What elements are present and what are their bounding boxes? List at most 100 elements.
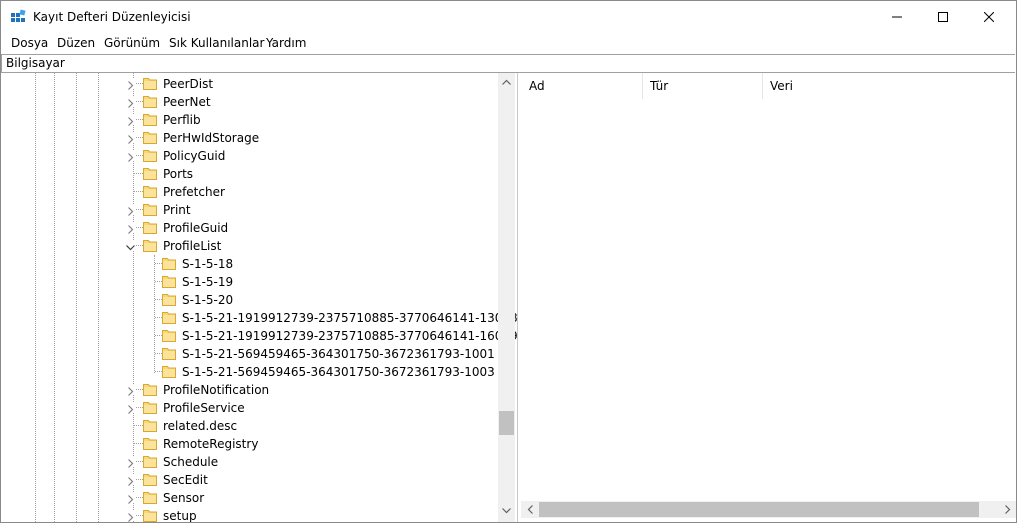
menu-file[interactable]: Dosya: [11, 36, 48, 50]
folder-icon: [143, 400, 157, 414]
tree-item-label: ProfileService: [163, 401, 245, 415]
scroll-right-button[interactable]: [999, 501, 1016, 518]
tree-item[interactable]: Schedule: [1, 453, 497, 471]
values-pane[interactable]: Ad Tür Veri: [521, 73, 1016, 522]
tree-connector: [134, 227, 143, 229]
tree-item-label: S-1-5-19: [182, 275, 234, 289]
address-path[interactable]: Bilgisayar: [6, 56, 65, 70]
chevron-right-icon[interactable]: [126, 511, 135, 522]
menu-edit[interactable]: Düzen: [57, 36, 95, 50]
tree-item-label: ProfileList: [163, 239, 222, 253]
tree-item-label: PolicyGuid: [163, 149, 226, 163]
tree-item[interactable]: Sensor: [1, 489, 497, 507]
tree-item-label: SecEdit: [163, 473, 208, 487]
tree-item-label: Schedule: [163, 455, 219, 469]
title-bar[interactable]: Kayıt Defteri Düzenleyicisi: [1, 1, 1016, 33]
chevron-right-icon[interactable]: [126, 79, 135, 90]
tree-vertical-scrollbar[interactable]: [498, 73, 515, 522]
menu-view[interactable]: Görünüm: [104, 36, 160, 50]
tree-item[interactable]: related.desc: [1, 417, 497, 435]
tree-item[interactable]: ProfileService: [1, 399, 497, 417]
chevron-left-icon: [527, 505, 533, 514]
tree-item[interactable]: S-1-5-21-569459465-364301750-3672361793-…: [1, 345, 497, 363]
chevron-right-icon[interactable]: [126, 223, 135, 234]
tree-item[interactable]: S-1-5-21-569459465-364301750-3672361793-…: [1, 363, 497, 381]
tree-connector: [134, 173, 143, 175]
maximize-button[interactable]: [920, 1, 966, 33]
scroll-left-button[interactable]: [521, 501, 538, 518]
tree-item[interactable]: Print: [1, 201, 497, 219]
folder-icon: [143, 166, 157, 180]
tree-item[interactable]: S-1-5-18: [1, 255, 497, 273]
chevron-right-icon[interactable]: [126, 97, 135, 108]
tree-connector: [134, 497, 143, 499]
menu-bar: Dosya Düzen Görünüm Sık Kullanılanlar Ya…: [1, 33, 1016, 54]
folder-icon: [143, 454, 157, 468]
tree-item[interactable]: PolicyGuid: [1, 147, 497, 165]
tree-item[interactable]: S-1-5-21-1919912739-2375710885-377064614…: [1, 327, 517, 345]
column-header-label: Tür: [650, 79, 669, 93]
tree-item[interactable]: setup: [1, 507, 497, 522]
folder-icon: [143, 130, 157, 144]
tree-item[interactable]: Prefetcher: [1, 183, 497, 201]
tree-item[interactable]: ProfileGuid: [1, 219, 497, 237]
chevron-right-icon[interactable]: [126, 475, 135, 486]
scroll-up-button[interactable]: [498, 73, 515, 90]
scroll-down-button[interactable]: [498, 502, 515, 519]
values-horizontal-scrollbar[interactable]: [521, 501, 1016, 518]
tree-connector: [134, 407, 143, 409]
tree-item[interactable]: S-1-5-19: [1, 273, 497, 291]
chevron-right-icon[interactable]: [126, 205, 135, 216]
menu-favorites[interactable]: Sık Kullanılanlar: [169, 36, 264, 50]
tree-connector: [155, 371, 162, 373]
tree-item-label: Prefetcher: [163, 185, 225, 199]
folder-icon: [143, 220, 157, 234]
tree-item[interactable]: SecEdit: [1, 471, 497, 489]
chevron-right-icon[interactable]: [126, 115, 135, 126]
minimize-button[interactable]: [874, 1, 920, 33]
tree-connector: [155, 335, 162, 337]
tree-item[interactable]: S-1-5-20: [1, 291, 497, 309]
tree-connector: [134, 461, 143, 463]
folder-icon: [143, 94, 157, 108]
tree-item[interactable]: PerHwIdStorage: [1, 129, 497, 147]
tree-item[interactable]: ProfileNotification: [1, 381, 497, 399]
close-button[interactable]: [966, 1, 1012, 33]
address-bar[interactable]: Bilgisayar: [1, 54, 1015, 73]
column-header-data[interactable]: Veri: [762, 73, 1002, 99]
tree-pane[interactable]: PeerDist PeerNet Perflib PerHwIdStorage Poli…: [1, 73, 518, 522]
tree-item[interactable]: Ports: [1, 165, 497, 183]
tree-item-label: S-1-5-21-1919912739-2375710885-377064614…: [182, 311, 518, 325]
chevron-right-icon[interactable]: [126, 457, 135, 468]
tree-item-label: S-1-5-21-569459465-364301750-3672361793-…: [182, 365, 495, 379]
tree-item-label: setup: [163, 509, 197, 522]
column-header-type[interactable]: Tür: [642, 73, 762, 99]
chevron-right-icon[interactable]: [126, 385, 135, 396]
tree-item[interactable]: S-1-5-21-1919912739-2375710885-377064614…: [1, 309, 517, 327]
folder-icon: [143, 418, 157, 432]
chevron-right-icon[interactable]: [126, 133, 135, 144]
registry-editor-icon: [10, 9, 26, 25]
column-header-name[interactable]: Ad: [521, 73, 641, 99]
tree-item-label: S-1-5-20: [182, 293, 234, 307]
tree-item[interactable]: PeerNet: [1, 93, 497, 111]
tree-connector: [134, 137, 143, 139]
scroll-thumb[interactable]: [539, 502, 979, 517]
chevron-right-icon[interactable]: [126, 403, 135, 414]
folder-icon: [143, 148, 157, 162]
menu-help[interactable]: Yardım: [266, 36, 306, 50]
window-title: Kayıt Defteri Düzenleyicisi: [33, 10, 191, 24]
chevron-right-icon[interactable]: [126, 493, 135, 504]
chevron-down-icon[interactable]: [126, 241, 135, 251]
chevron-right-icon: [1004, 505, 1010, 514]
tree-connector: [134, 479, 143, 481]
tree-item-label: PeerDist: [163, 77, 214, 91]
chevron-right-icon[interactable]: [126, 151, 135, 162]
tree-item[interactable]: PeerDist: [1, 75, 497, 93]
folder-icon: [162, 310, 176, 324]
scroll-thumb[interactable]: [499, 411, 514, 435]
tree-connector: [134, 209, 143, 211]
tree-item[interactable]: ProfileList: [1, 237, 497, 255]
tree-item[interactable]: Perflib: [1, 111, 497, 129]
tree-item[interactable]: RemoteRegistry: [1, 435, 497, 453]
